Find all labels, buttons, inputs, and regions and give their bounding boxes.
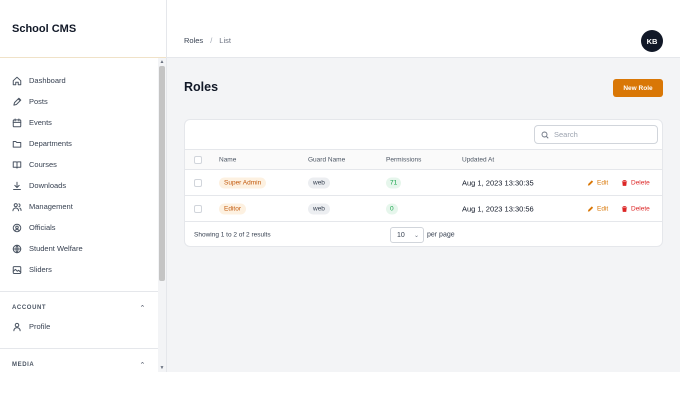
chevron-up-icon: ⌃ (139, 305, 146, 312)
page-title: Roles (184, 80, 219, 94)
sidebar-item-label: Management (29, 202, 73, 211)
row-checkbox[interactable] (194, 178, 202, 187)
breadcrumb-separator: / (210, 36, 213, 45)
sidebar-item-sliders[interactable]: Sliders (0, 259, 166, 280)
sidebar-item-dashboard[interactable]: Dashboard (0, 70, 166, 91)
page-bottom-margin (0, 372, 680, 411)
guard-name-badge: web (308, 177, 330, 188)
main-content: Roles New Role Name Guard Name Permissio… (167, 58, 680, 372)
edit-label: Edit (597, 179, 609, 186)
download-icon (13, 181, 21, 190)
updated-at-cell: Aug 1, 2023 13:30:35 (462, 178, 534, 187)
sidebar: School CMS Dashboard Posts Events Depart… (0, 0, 167, 372)
search-icon (541, 131, 549, 139)
sidebar-item-label: Downloads (29, 181, 67, 190)
table-toolbar (185, 120, 662, 150)
column-header-name[interactable]: Name (219, 156, 236, 163)
column-header-permissions[interactable]: Permissions (386, 156, 421, 163)
account-heading: ACCOUNT (12, 305, 47, 311)
edit-label: Edit (597, 205, 609, 212)
roles-table-card: Name Guard Name Permissions Updated At S… (184, 119, 663, 247)
account-section-toggle[interactable]: ACCOUNT ⌃ (12, 304, 146, 312)
chevron-down-icon: ⌄ (413, 232, 419, 239)
sidebar-item-label: Student Welfare (29, 244, 83, 253)
sidebar-item-student-welfare[interactable]: Student Welfare (0, 238, 166, 259)
table-footer: Showing 1 to 2 of 2 results 10 ⌄ per pag… (185, 222, 662, 246)
sidebar-item-departments[interactable]: Departments (0, 133, 166, 154)
permissions-count-badge: 71 (386, 177, 402, 188)
badge-icon (12, 223, 22, 232)
search-input[interactable] (554, 130, 654, 139)
sidebar-item-courses[interactable]: Courses (0, 154, 166, 175)
breadcrumb-list: List (219, 36, 231, 45)
permissions-count-badge: 0 (386, 203, 398, 214)
sidebar-item-profile[interactable]: Profile (0, 316, 158, 337)
table-row: Super Admin web 71 Aug 1, 2023 13:30:35 … (185, 170, 662, 196)
sidebar-nav: Dashboard Posts Events Departments Cours… (0, 58, 166, 280)
edit-button[interactable]: Edit (587, 179, 608, 186)
table-row: Editor web 0 Aug 1, 2023 13:30:56 Edit D… (185, 196, 662, 222)
scrollbar-thumb[interactable] (159, 66, 165, 281)
sidebar-scrollbar[interactable]: ▲ ▼ (158, 58, 166, 372)
sidebar-item-label: Officials (29, 223, 56, 232)
brand-title[interactable]: School CMS (0, 0, 166, 58)
search-box[interactable] (534, 125, 658, 144)
breadcrumb-roles[interactable]: Roles (184, 36, 203, 45)
media-heading: MEDIA (12, 362, 35, 368)
sidebar-item-label: Profile (29, 322, 51, 331)
pencil-icon (587, 179, 594, 186)
sidebar-item-downloads[interactable]: Downloads (0, 175, 166, 196)
sidebar-item-officials[interactable]: Officials (0, 217, 166, 238)
delete-button[interactable]: Delete (621, 205, 650, 212)
book-icon (12, 160, 22, 169)
delete-label: Delete (631, 205, 650, 212)
user-icon (13, 322, 21, 331)
trash-icon (621, 205, 628, 212)
globe-icon (12, 244, 22, 253)
chevron-up-icon: ⌃ (139, 362, 146, 369)
pagination-summary: Showing 1 to 2 of 2 results (194, 231, 271, 239)
sidebar-item-management[interactable]: Management (0, 196, 166, 217)
folder-icon (12, 140, 22, 148)
sidebar-item-label: Courses (29, 160, 57, 169)
sidebar-item-label: Sliders (29, 265, 52, 274)
sidebar-divider (0, 291, 158, 292)
sidebar-item-posts[interactable]: Posts (0, 91, 166, 112)
updated-at-cell: Aug 1, 2023 13:30:56 (462, 204, 534, 213)
row-checkbox[interactable] (194, 204, 202, 213)
delete-label: Delete (631, 179, 650, 186)
trash-icon (621, 179, 628, 186)
pencil-icon (13, 97, 22, 106)
edit-button[interactable]: Edit (587, 205, 608, 212)
sidebar-item-label: Posts (29, 97, 48, 106)
sidebar-item-label: Departments (29, 139, 72, 148)
sidebar-divider (0, 348, 158, 349)
sidebar-item-label: Events (29, 118, 52, 127)
breadcrumb: Roles / List (184, 36, 231, 45)
per-page-select[interactable]: 10 ⌄ (390, 227, 424, 243)
sidebar-item-events[interactable]: Events (0, 112, 166, 133)
media-section-toggle[interactable]: MEDIA ⌃ (12, 361, 146, 369)
image-icon (12, 265, 22, 274)
users-icon (12, 202, 22, 211)
role-name-badge: Editor (219, 203, 246, 214)
per-page-label: per page (427, 231, 455, 239)
table-header-row: Name Guard Name Permissions Updated At (185, 150, 662, 170)
per-page-value: 10 (397, 231, 405, 239)
select-all-checkbox[interactable] (194, 155, 202, 164)
role-name-badge: Super Admin (219, 177, 267, 188)
column-header-updated-at[interactable]: Updated At (462, 156, 494, 163)
new-role-button[interactable]: New Role (613, 79, 663, 97)
scroll-up-arrow-icon[interactable]: ▲ (158, 59, 166, 65)
avatar[interactable]: KB (641, 30, 663, 52)
guard-name-badge: web (308, 203, 330, 214)
sidebar-item-label: Dashboard (29, 76, 66, 85)
delete-button[interactable]: Delete (621, 179, 650, 186)
pencil-icon (587, 205, 594, 212)
home-icon (12, 76, 22, 85)
calendar-icon (12, 117, 22, 127)
column-header-guard-name[interactable]: Guard Name (308, 156, 345, 163)
scroll-down-arrow-icon[interactable]: ▼ (158, 365, 166, 371)
top-bar: Roles / List KB (167, 0, 680, 58)
